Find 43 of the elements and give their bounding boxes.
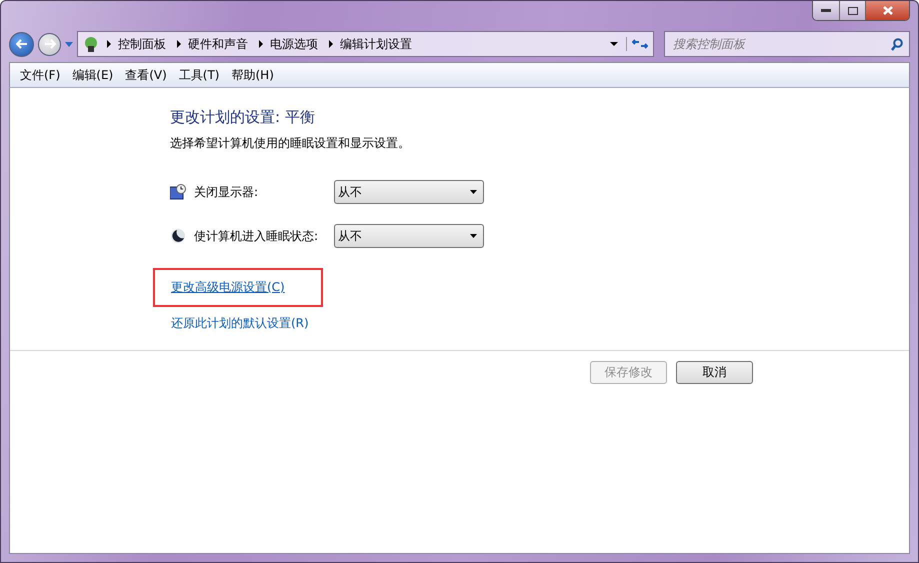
breadcrumb-arrow-icon[interactable] bbox=[104, 40, 114, 48]
history-caret-icon[interactable] bbox=[65, 42, 73, 46]
breadcrumb-item[interactable]: 编辑计划设置 bbox=[336, 36, 420, 52]
forward-arrow-icon bbox=[44, 39, 56, 49]
menu-item[interactable]: 编辑(E) bbox=[66, 66, 120, 84]
minimize-button[interactable] bbox=[813, 1, 839, 20]
description-text: 选择希望计算机使用的睡眠设置和显示设置。 bbox=[170, 135, 411, 152]
monitor-clock-icon bbox=[170, 184, 186, 200]
dropdown[interactable]: 从不 bbox=[334, 224, 484, 248]
dropdown[interactable]: 从不 bbox=[334, 180, 484, 204]
close-icon bbox=[882, 6, 892, 15]
link[interactable]: 还原此计划的默认设置(R) bbox=[171, 316, 309, 330]
menu-item[interactable]: 帮助(H) bbox=[226, 66, 280, 84]
control-panel-icon bbox=[82, 35, 100, 53]
breadcrumb-arrow-icon[interactable] bbox=[256, 40, 266, 48]
maximize-button[interactable] bbox=[839, 1, 865, 20]
forward-button[interactable] bbox=[38, 32, 61, 56]
search-field[interactable]: 搜索控制面板 bbox=[664, 31, 910, 57]
minimize-icon bbox=[821, 9, 831, 12]
breadcrumb-arrow-icon[interactable] bbox=[326, 40, 336, 48]
setting-label: 使计算机进入睡眠状态: bbox=[194, 228, 320, 244]
back-arrow-icon bbox=[16, 39, 28, 49]
moon-icon bbox=[170, 228, 186, 244]
breadcrumb-arrow-icon[interactable] bbox=[174, 40, 184, 48]
maximize-icon bbox=[848, 6, 858, 14]
menu-item[interactable]: 文件(F) bbox=[14, 66, 66, 84]
breadcrumb-item[interactable]: 控制面板 bbox=[114, 36, 174, 52]
search-icon bbox=[891, 38, 903, 50]
dropdown-caret-icon[interactable] bbox=[610, 42, 618, 46]
link[interactable]: 更改高级电源设置(C) bbox=[171, 280, 285, 294]
address-bar[interactable]: 控制面板 硬件和声音 电源选项 编辑计划设置 bbox=[77, 31, 654, 57]
back-button[interactable] bbox=[9, 32, 34, 56]
page-heading: 更改计划的设置: 平衡 bbox=[170, 108, 316, 127]
breadcrumb-item[interactable]: 电源选项 bbox=[266, 36, 326, 52]
search-input[interactable]: 搜索控制面板 bbox=[665, 37, 891, 51]
dialog-button[interactable]: 取消 bbox=[676, 361, 753, 384]
menu-item[interactable]: 工具(T) bbox=[172, 66, 226, 84]
menu-item[interactable]: 查看(V) bbox=[119, 66, 173, 84]
caret-icon bbox=[470, 190, 477, 194]
setting-label: 关闭显示器: bbox=[194, 184, 260, 200]
breadcrumb-item[interactable]: 硬件和声音 bbox=[184, 36, 256, 52]
close-button[interactable] bbox=[865, 1, 909, 20]
caret-icon bbox=[470, 234, 477, 238]
